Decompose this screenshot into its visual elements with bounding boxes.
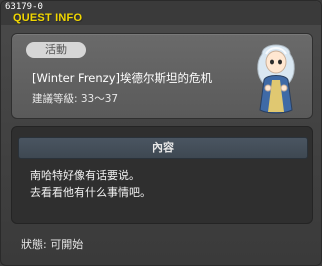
quest-summary-panel: 活動 [Winter Frenzy]埃德尔斯坦的危机 建議等級: 33～37 [11,33,313,119]
quest-description-line-2: 去看看他有什么事情吧。 [30,186,151,199]
quest-description-line-1: 南哈特好像有话要说。 [30,169,140,182]
recommended-level: 建議等級: 33～37 [32,93,119,105]
quest-status: 狀態: 可開始 [21,238,84,251]
quest-name: [Winter Frenzy]埃德尔斯坦的危机 [32,71,213,85]
window-header: 63179-0 QUEST INFO [1,1,321,25]
quest-id: 63179-0 [5,2,43,12]
npc-portrait-icon [244,36,308,116]
content-section-header: 內容 [18,137,308,159]
event-badge: 活動 [26,42,86,58]
quest-description: 南哈特好像有话要说。 去看看他有什么事情吧。 [30,167,290,201]
quest-content-panel: 內容 南哈特好像有话要说。 去看看他有什么事情吧。 [11,126,313,224]
content-section-title: 內容 [152,141,174,154]
window-title: QUEST INFO [13,12,83,24]
quest-info-window: 63179-0 QUEST INFO 活動 [Winter Frenzy]埃德尔… [0,0,322,266]
